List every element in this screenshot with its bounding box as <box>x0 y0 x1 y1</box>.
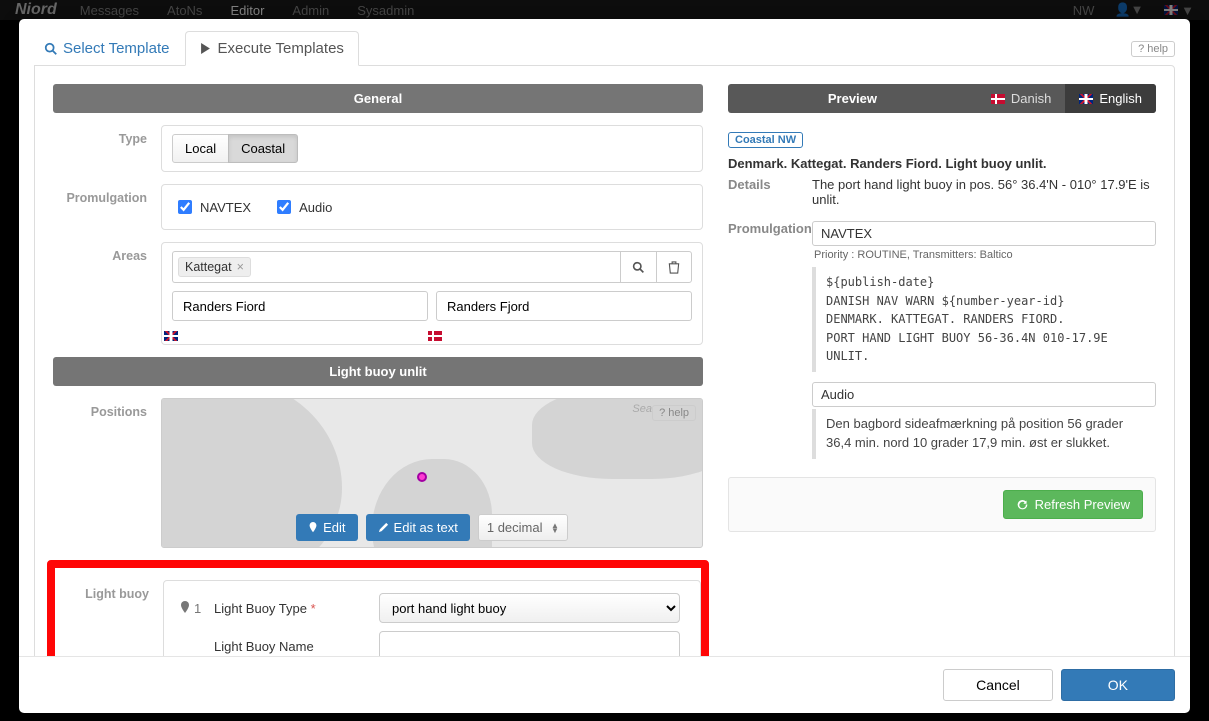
light-buoy-highlight: Light buoy 1 Light Buoy Type * <box>47 560 709 656</box>
dk-flag-icon <box>991 94 1005 104</box>
pencil-icon <box>378 522 389 533</box>
pin-icon <box>308 522 318 534</box>
areas-label: Areas <box>53 242 161 345</box>
priority-line: Priority : ROUTINE, Transmitters: Baltic… <box>814 249 1156 261</box>
positions-map[interactable]: Sea ? help Edit <box>161 398 703 548</box>
play-icon <box>200 43 211 54</box>
gb-flag-icon <box>1079 94 1093 104</box>
details-label: Details <box>728 177 812 207</box>
areas-token-input[interactable]: Kattegat × <box>172 251 620 283</box>
section-general-header: General <box>53 84 703 113</box>
type-toggle: Local Coastal <box>172 134 298 163</box>
type-label: Type <box>53 125 161 172</box>
audio-box: Audio <box>812 382 1156 407</box>
refresh-icon <box>1016 498 1029 511</box>
dk-flag-icon <box>428 331 442 341</box>
template-modal: Select Template Execute Templates ? help <box>19 19 1190 713</box>
search-icon <box>632 261 645 274</box>
light-buoy-type-label: Light Buoy Type * <box>214 601 379 616</box>
ok-button[interactable]: OK <box>1061 669 1175 701</box>
cancel-button[interactable]: Cancel <box>943 669 1053 701</box>
audio-text: Den bagbord sideafmærkning på position 5… <box>812 409 1156 459</box>
section-light-buoy-header: Light buoy unlit <box>53 357 703 386</box>
search-icon <box>44 42 58 56</box>
preview-tab-title: Preview <box>728 84 977 113</box>
map-edit-text-button[interactable]: Edit as text <box>366 514 470 541</box>
positions-label: Positions <box>53 398 161 548</box>
clear-areas-button[interactable] <box>656 251 692 283</box>
map-help-button[interactable]: ? help <box>652 405 696 421</box>
navtex-checkbox[interactable] <box>178 200 192 214</box>
help-button[interactable]: ? help <box>1131 41 1175 57</box>
light-buoy-name-input[interactable] <box>379 631 680 656</box>
light-buoy-name-label: Light Buoy Name <box>214 639 379 654</box>
decimals-select[interactable]: 1 decimal ▲▼ <box>478 514 568 541</box>
area-en-input[interactable] <box>172 291 428 321</box>
map-edit-button[interactable]: Edit <box>296 514 357 541</box>
question-icon: ? <box>1138 43 1144 55</box>
navtex-code: ${publish-date} DANISH NAV WARN ${number… <box>812 267 1156 372</box>
navtex-checkbox-label[interactable]: NAVTEX <box>174 197 251 217</box>
preview-tabs: Preview Danish English <box>728 84 1156 113</box>
search-areas-button[interactable] <box>620 251 656 283</box>
gb-flag-icon <box>164 331 178 341</box>
preview-tab-english[interactable]: English <box>1065 84 1156 113</box>
stepper-icon: ▲▼ <box>551 523 559 533</box>
preview-title: Denmark. Kattegat. Randers Fiord. Light … <box>728 156 1156 171</box>
area-dk-input[interactable] <box>436 291 692 321</box>
pin-icon <box>180 601 190 615</box>
area-tag-kattegat: Kattegat × <box>178 257 251 277</box>
promulgation-label: Promulgation <box>53 184 161 230</box>
details-text: The port hand light buoy in pos. 56° 36.… <box>812 177 1156 207</box>
map-marker-icon[interactable] <box>417 472 427 482</box>
preview-badge: Coastal NW <box>728 132 803 148</box>
select-template-link[interactable]: Select Template <box>34 34 179 63</box>
preview-tab-danish[interactable]: Danish <box>977 84 1065 113</box>
light-buoy-type-select[interactable]: port hand light buoy <box>379 593 680 623</box>
prev-promulgation-label: Promulgation <box>728 221 812 459</box>
remove-tag-icon[interactable]: × <box>237 260 244 274</box>
light-buoy-label: Light buoy <box>55 580 163 656</box>
audio-checkbox[interactable] <box>277 200 291 214</box>
type-coastal-button[interactable]: Coastal <box>228 134 298 163</box>
trash-icon <box>668 261 680 274</box>
navtex-box: NAVTEX <box>812 221 1156 246</box>
refresh-preview-button[interactable]: Refresh Preview <box>1003 490 1143 519</box>
type-local-button[interactable]: Local <box>172 134 229 163</box>
audio-checkbox-label[interactable]: Audio <box>273 197 332 217</box>
tab-execute-templates[interactable]: Execute Templates <box>185 31 358 66</box>
sea-label: Sea <box>632 403 652 415</box>
